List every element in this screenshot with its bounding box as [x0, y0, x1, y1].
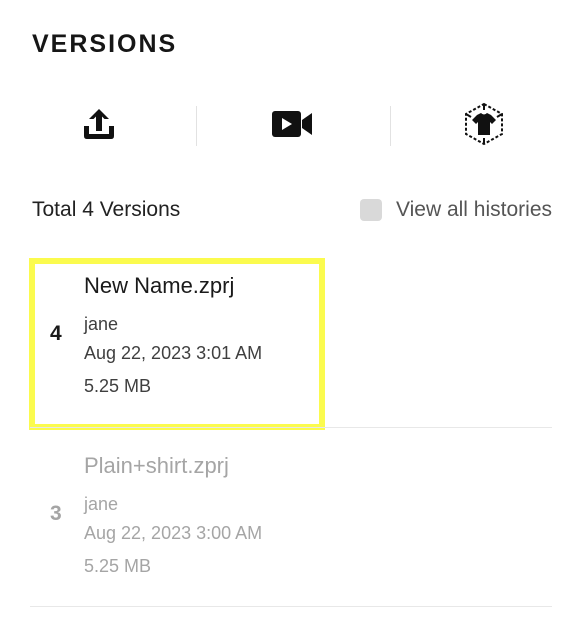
view-all-checkbox[interactable] [359, 199, 382, 221]
version-size: 5.25 MB [84, 376, 152, 396]
toolbar [0, 96, 576, 152]
version-date: Aug 22, 2023 3:01 AM [84, 343, 263, 363]
version-user: jane [84, 314, 119, 334]
version-item[interactable]: 4 New Name.zprj jane Aug 22, 2023 3:01 A… [30, 258, 552, 428]
video-icon [272, 111, 312, 137]
3d-garment-button[interactable] [454, 96, 514, 152]
version-divider [30, 606, 552, 607]
panel-title: VERSIONS [32, 30, 178, 58]
version-size: 5.25 MB [84, 556, 152, 576]
3d-garment-icon [465, 102, 503, 146]
version-user: jane [84, 494, 119, 514]
toolbar-divider [196, 106, 197, 146]
upload-icon [84, 109, 114, 139]
version-number: 4 [50, 322, 62, 345]
upload-button[interactable] [69, 96, 129, 152]
version-item[interactable]: 3 Plain+shirt.zprj jane Aug 22, 2023 3:0… [30, 438, 552, 608]
version-filename: New Name.zprj [84, 273, 235, 298]
view-all-histories-toggle[interactable]: View all histories [359, 198, 552, 222]
versions-summary: Total 4 Versions View all histories [32, 196, 552, 226]
version-number: 3 [50, 502, 62, 525]
view-all-histories-label: View all histories [395, 198, 552, 221]
version-date: Aug 22, 2023 3:00 AM [84, 523, 263, 543]
video-button[interactable] [262, 96, 322, 152]
total-versions-label: Total 4 Versions [32, 198, 181, 221]
version-divider [30, 427, 552, 428]
version-filename: Plain+shirt.zprj [84, 453, 229, 478]
toolbar-divider [390, 106, 391, 146]
